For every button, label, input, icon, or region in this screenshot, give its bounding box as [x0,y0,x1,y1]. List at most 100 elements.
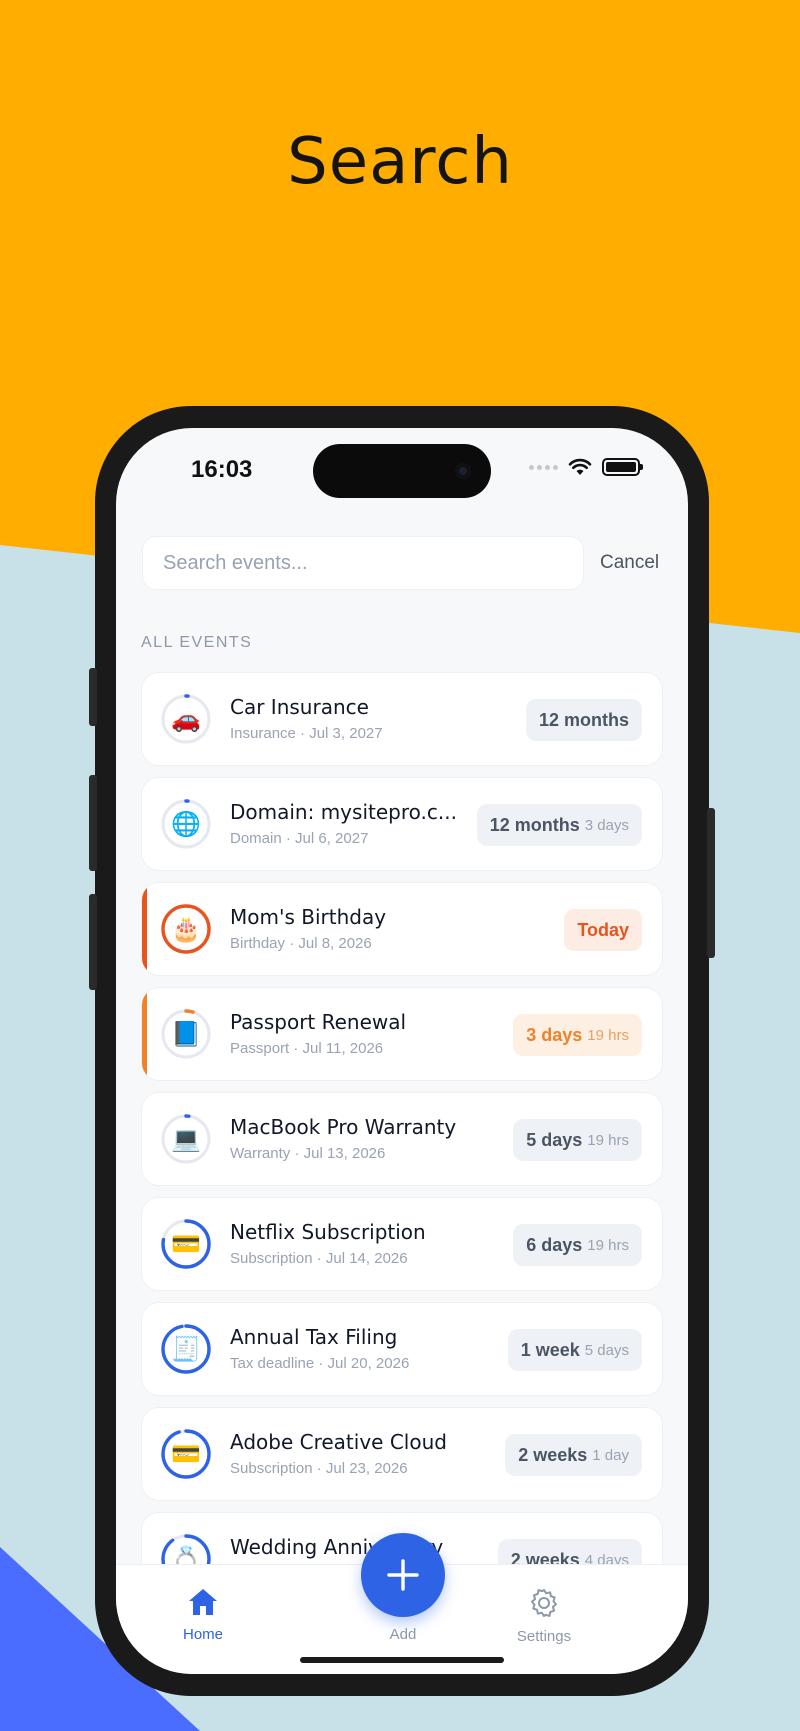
countdown-main: 12 months [489,814,580,835]
event-emoji-icon: 🚗 [171,705,201,733]
countdown-badge: 12 months 3 days [476,804,642,846]
event-title: Adobe Creative Cloud [230,1430,447,1454]
countdown-main: 5 days [526,1129,583,1150]
event-subtitle: Warranty · Jul 13, 2026 [230,1145,386,1162]
event-emoji-icon: 🎂 [171,915,201,943]
countdown-ring: 💻 [160,1113,212,1165]
home-icon [189,1589,217,1615]
event-emoji-icon: 💳 [171,1440,201,1468]
event-subtitle: Birthday · Jul 8, 2026 [230,935,372,952]
countdown-main: 6 days [526,1234,583,1255]
event-subtitle: Insurance · Jul 3, 2027 [230,725,383,742]
event-title: Domain: mysitepro.c... [230,800,457,824]
event-card[interactable]: 🌐 Domain: mysitepro.c... Domain · Jul 6, 2… [141,777,663,871]
event-card[interactable]: 💻 MacBook Pro Warranty Warranty · Jul 13, … [141,1092,663,1186]
event-subtitle: Subscription · Jul 23, 2026 [230,1460,408,1477]
event-info: Adobe Creative Cloud Subscription · Jul 2… [230,1430,470,1477]
event-card[interactable]: 📘 Passport Renewal Passport · Jul 11, 2026… [141,987,663,1081]
event-subtitle: Tax deadline · Jul 20, 2026 [230,1355,410,1372]
countdown-ring: 🧾 [160,1323,212,1375]
phone-volume-down [89,894,97,990]
search-box [142,536,584,590]
event-title: Car Insurance [230,695,369,719]
event-title: Mom's Birthday [230,905,387,929]
countdown-minor: 1 day [592,1446,629,1464]
event-info: MacBook Pro Warranty Warranty · Jul 13, 2… [230,1115,470,1162]
cancel-button[interactable]: Cancel [600,552,659,574]
countdown-badge: Today [564,909,642,951]
event-title: Passport Renewal [230,1010,407,1034]
event-list: 🚗 Car Insurance Insurance · Jul 3, 2027 12 … [141,672,663,1617]
tab-home[interactable]: Home [153,1587,253,1643]
phone-volume-up [89,775,97,871]
search-input[interactable] [163,551,563,575]
countdown-minor: 3 days [584,816,629,834]
countdown-minor: 19 hrs [587,1131,629,1149]
countdown-main: Today [577,919,629,940]
event-subtitle: Passport · Jul 11, 2026 [230,1040,384,1057]
gear-icon [531,1589,557,1617]
event-title: MacBook Pro Warranty [230,1115,457,1139]
countdown-badge: 5 days 19 hrs [513,1119,642,1161]
home-indicator [300,1657,504,1663]
countdown-ring: 📘 [160,1008,212,1060]
phone-side-button [89,668,97,726]
event-title: Annual Tax Filing [230,1325,398,1349]
tab-settings-label: Settings [516,1628,572,1645]
countdown-ring: 💳 [160,1428,212,1480]
event-emoji-icon: 💻 [171,1125,201,1153]
search-row: Cancel [142,536,662,590]
add-button[interactable] [361,1533,445,1617]
event-card[interactable]: 🎂 Mom's Birthday Birthday · Jul 8, 2026 Tod… [141,882,663,976]
phone-screen: 16:03 Cancel ALL EVENTS 🚗 Car Insurance In… [116,428,688,1674]
countdown-minor: 19 hrs [587,1236,629,1254]
battery-icon [602,458,643,476]
signal-icon [529,464,558,470]
status-time: 16:03 [191,456,253,483]
wifi-icon [568,458,592,476]
countdown-badge: 2 weeks 1 day [505,1434,642,1476]
event-info: Mom's Birthday Birthday · Jul 8, 2026 [230,905,470,952]
countdown-ring: 🚗 [160,693,212,745]
dynamic-island [313,444,491,498]
event-info: Passport Renewal Passport · Jul 11, 2026 [230,1010,470,1057]
plus-icon [387,1559,419,1591]
event-emoji-icon: 📘 [171,1020,201,1048]
countdown-badge: 6 days 19 hrs [513,1224,642,1266]
urgency-accent-bar [142,883,147,975]
tab-settings[interactable]: Settings [494,1587,594,1645]
countdown-ring: 🎂 [160,903,212,955]
phone-power-button [707,808,715,958]
countdown-main: 12 months [538,709,629,730]
event-subtitle: Subscription · Jul 14, 2026 [230,1250,408,1267]
promo-headline: Search [287,125,513,199]
countdown-badge: 12 months [525,699,642,741]
camera-icon [455,463,471,479]
event-card[interactable]: 💳 Adobe Creative Cloud Subscription · Jul … [141,1407,663,1501]
countdown-ring: 🌐 [160,798,212,850]
event-card[interactable]: 🧾 Annual Tax Filing Tax deadline · Jul 20,… [141,1302,663,1396]
event-info: Car Insurance Insurance · Jul 3, 2027 [230,695,470,742]
event-info: Annual Tax Filing Tax deadline · Jul 20, … [230,1325,470,1372]
event-card[interactable]: 🚗 Car Insurance Insurance · Jul 3, 2027 12 … [141,672,663,766]
countdown-main: 1 week [520,1339,580,1360]
event-emoji-icon: 🌐 [171,810,201,838]
section-label: ALL EVENTS [141,634,253,651]
countdown-main: 3 days [526,1024,583,1045]
tab-home-label: Home [182,1626,223,1643]
countdown-badge: 1 week 5 days [507,1329,642,1371]
countdown-minor: 19 hrs [587,1026,629,1044]
event-subtitle: Domain · Jul 6, 2027 [230,830,369,847]
event-emoji-icon: 🧾 [171,1335,201,1363]
countdown-ring: 💳 [160,1218,212,1270]
event-emoji-icon: 💳 [171,1230,201,1258]
countdown-minor: 5 days [584,1341,629,1359]
urgency-accent-bar [142,988,147,1080]
event-card[interactable]: 💳 Netflix Subscription Subscription · Jul … [141,1197,663,1291]
event-info: Netflix Subscription Subscription · Jul 1… [230,1220,470,1267]
event-info: Domain: mysitepro.c... Domain · Jul 6, 20… [230,800,470,847]
add-label: Add [389,1626,417,1643]
countdown-main: 2 weeks [518,1444,588,1465]
status-icons [529,458,643,476]
event-title: Netflix Subscription [230,1220,426,1244]
